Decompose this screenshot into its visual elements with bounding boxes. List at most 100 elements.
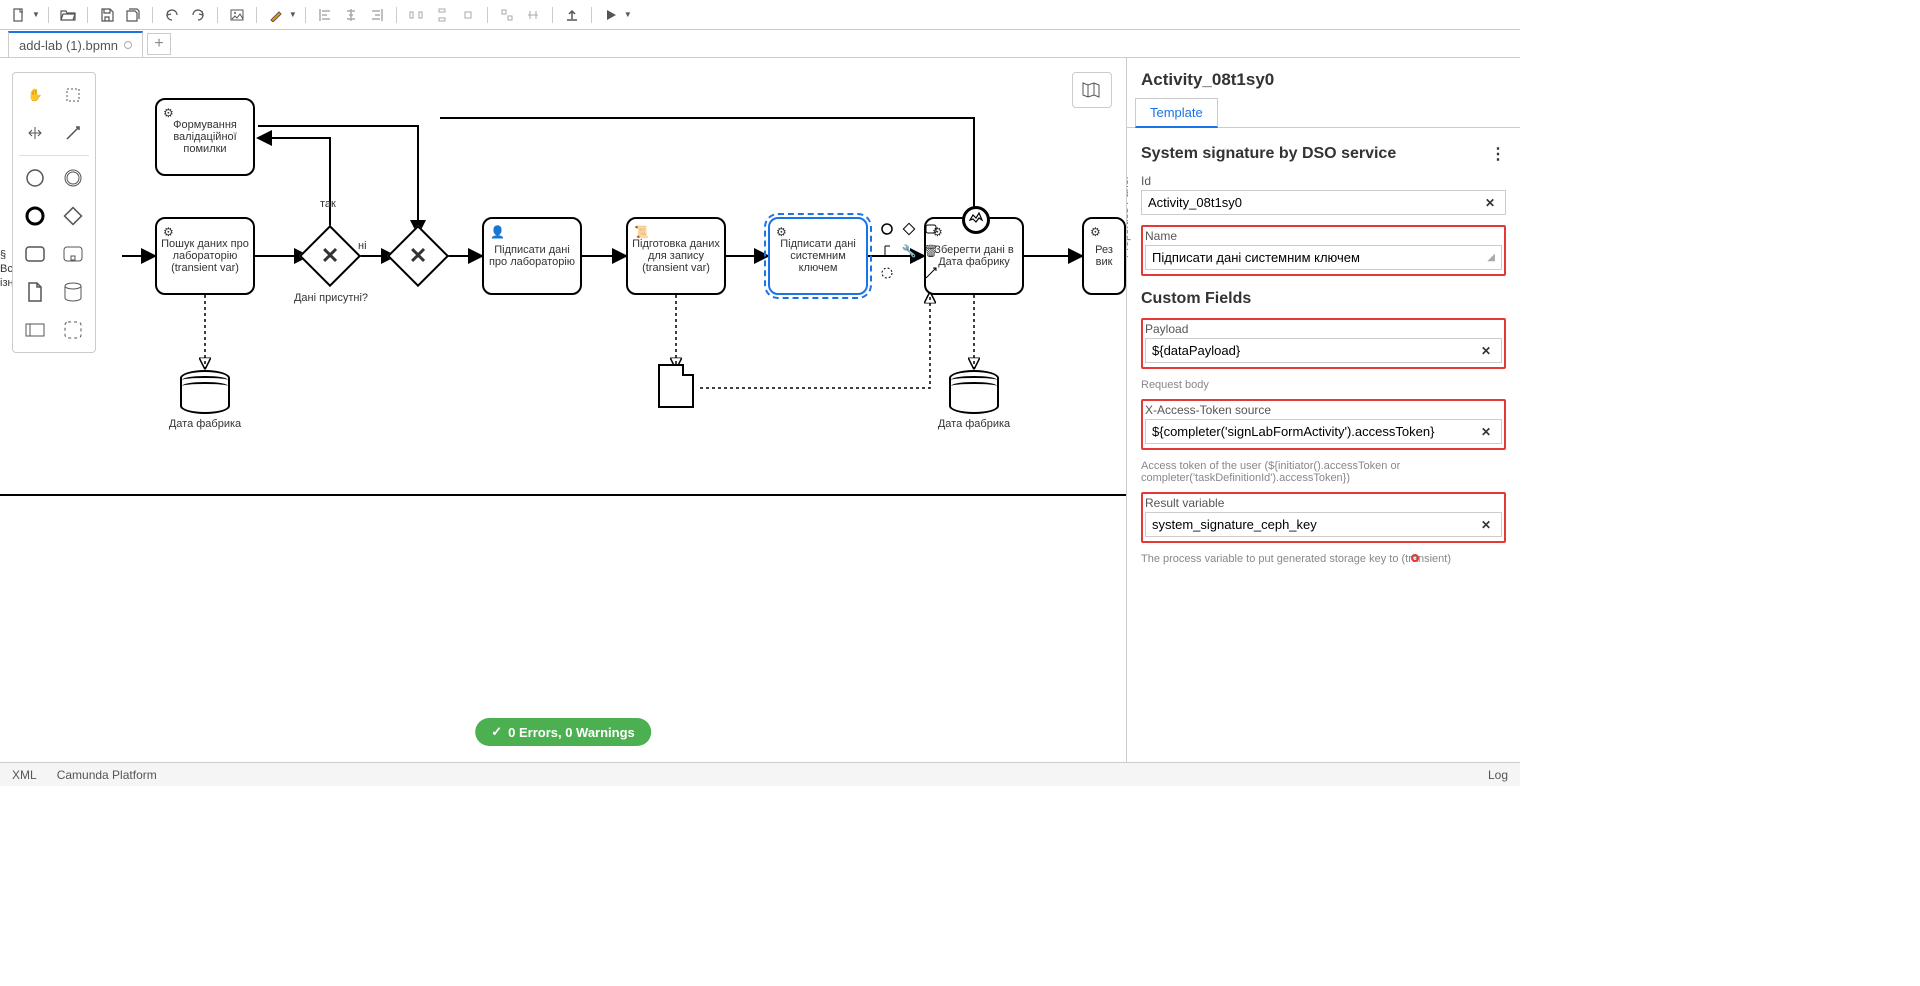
undo-button[interactable] xyxy=(161,4,183,26)
event-boundary[interactable] xyxy=(962,206,990,234)
token-clear-icon[interactable]: ✕ xyxy=(1477,425,1495,439)
gateway-tool[interactable] xyxy=(57,200,89,232)
properties-panel: Properties Panel Activity_08t1sy0 Templa… xyxy=(1126,58,1520,762)
main-toolbar: ▼ ▼ ▼ xyxy=(0,0,1520,30)
align-right-button[interactable] xyxy=(366,4,388,26)
status-log[interactable]: Log xyxy=(1488,768,1508,782)
payload-input[interactable] xyxy=(1152,343,1477,358)
dist-c-button[interactable] xyxy=(457,4,479,26)
data-object-tool[interactable] xyxy=(19,276,51,308)
upload-button[interactable] xyxy=(561,4,583,26)
gateway-label: Дані присутні? xyxy=(286,292,376,304)
task-sign-user[interactable]: 👤Підписати дані про лабораторію xyxy=(482,217,582,295)
task-prepare[interactable]: 📜Підготовка даних для запису (transient … xyxy=(626,217,726,295)
ctx-end-event-icon[interactable] xyxy=(878,220,896,238)
task-search[interactable]: ⚙Пошук даних про лабораторію (transient … xyxy=(155,217,255,295)
ctx-gateway-icon[interactable] xyxy=(900,220,918,238)
file-tab-dirty-icon xyxy=(124,41,132,49)
file-tab-label: add-lab (1).bpmn xyxy=(19,38,118,53)
gateway-merge[interactable]: ✕ xyxy=(387,225,449,287)
diagram-canvas[interactable]: §Встаізне xyxy=(0,58,1126,762)
intermediate-event-tool[interactable] xyxy=(57,162,89,194)
status-bar: XML Camunda Platform Log xyxy=(0,762,1520,786)
color-dropdown-icon[interactable]: ▼ xyxy=(289,10,297,19)
gear-icon: ⚙ xyxy=(1090,225,1101,239)
gear-icon: ⚙ xyxy=(163,106,174,120)
ctx-wrench-icon[interactable]: 🔧 xyxy=(900,242,918,260)
gateway-data-present[interactable]: ✕ xyxy=(299,225,361,287)
script-icon: 📜 xyxy=(634,225,649,239)
result-hint: The process variable to put generated st… xyxy=(1141,553,1506,565)
task-sign-sys[interactable]: ⚙Підписати дані системним ключем xyxy=(768,217,868,295)
task-result[interactable]: ⚙Рез вик xyxy=(1082,217,1126,295)
ctx-task-icon[interactable] xyxy=(922,220,940,238)
task-error[interactable]: ⚙Формування валідаційної помилки xyxy=(155,98,255,176)
gateway-yes-label: так xyxy=(320,198,336,210)
gear-icon: ⚙ xyxy=(163,225,174,239)
new-file-button[interactable] xyxy=(8,4,30,26)
id-label: Id xyxy=(1141,174,1506,188)
context-pad: 🔧 🗑 xyxy=(878,220,940,282)
add-tab-button[interactable]: + xyxy=(147,33,171,55)
validation-badge[interactable]: ✓ 0 Errors, 0 Warnings xyxy=(475,718,651,746)
play-button[interactable] xyxy=(600,4,622,26)
id-input[interactable] xyxy=(1148,195,1481,210)
properties-panel-handle[interactable]: Properties Panel xyxy=(1126,177,1131,258)
space-tool[interactable] xyxy=(19,117,51,149)
task-tool[interactable] xyxy=(19,238,51,270)
ctx-trash-icon[interactable]: 🗑 xyxy=(922,242,940,260)
end-event-tool[interactable] xyxy=(19,200,51,232)
open-button[interactable] xyxy=(57,4,79,26)
save-all-button[interactable] xyxy=(122,4,144,26)
connect-tool[interactable] xyxy=(57,117,89,149)
dist-b-button[interactable] xyxy=(522,4,544,26)
payload-clear-icon[interactable]: ✕ xyxy=(1477,344,1495,358)
file-tab[interactable]: add-lab (1).bpmn xyxy=(8,31,143,57)
file-tabs-bar: add-lab (1).bpmn + xyxy=(0,30,1520,58)
minimap-toggle[interactable] xyxy=(1072,72,1112,108)
lasso-tool[interactable] xyxy=(57,79,89,111)
align-left-button[interactable] xyxy=(314,4,336,26)
color-button[interactable] xyxy=(265,4,287,26)
token-label: X-Access-Token source xyxy=(1145,403,1502,417)
ctx-event-icon[interactable] xyxy=(878,264,896,282)
data-store-2[interactable]: Дата фабрика xyxy=(949,370,999,414)
ctx-connect-icon[interactable] xyxy=(922,264,940,282)
dist-r-button[interactable] xyxy=(496,4,518,26)
token-input[interactable] xyxy=(1152,424,1477,439)
image-button[interactable] xyxy=(226,4,248,26)
group-tool[interactable] xyxy=(57,314,89,346)
data-object[interactable] xyxy=(658,364,694,408)
result-input[interactable] xyxy=(1152,517,1477,532)
result-clear-icon[interactable]: ✕ xyxy=(1477,518,1495,532)
align-center-button[interactable] xyxy=(340,4,362,26)
name-label: Name xyxy=(1145,229,1502,243)
pool-tool[interactable] xyxy=(19,314,51,346)
id-clear-icon[interactable]: ✕ xyxy=(1481,196,1499,210)
start-event-tool[interactable] xyxy=(19,162,51,194)
save-button[interactable] xyxy=(96,4,118,26)
section-template-title: System signature by DSO service ⋮ xyxy=(1141,144,1506,164)
redo-button[interactable] xyxy=(187,4,209,26)
payload-label: Payload xyxy=(1145,322,1502,336)
result-label: Result variable xyxy=(1145,496,1502,510)
tool-palette: ✋ xyxy=(12,72,96,353)
resize-icon[interactable]: ◢ xyxy=(1487,252,1495,263)
new-dropdown-icon[interactable]: ▼ xyxy=(32,10,40,19)
marker-dot xyxy=(1411,554,1419,562)
data-store-tool[interactable] xyxy=(57,276,89,308)
status-platform[interactable]: Camunda Platform xyxy=(57,768,157,782)
play-dropdown-icon[interactable]: ▼ xyxy=(624,10,632,19)
ctx-annotation-icon[interactable] xyxy=(878,242,896,260)
hand-tool[interactable]: ✋ xyxy=(19,79,51,111)
dist-v-button[interactable] xyxy=(431,4,453,26)
dist-h-button[interactable] xyxy=(405,4,427,26)
status-xml[interactable]: XML xyxy=(12,768,37,782)
name-input[interactable] xyxy=(1152,250,1487,265)
subprocess-tool[interactable] xyxy=(57,238,89,270)
tab-template[interactable]: Template xyxy=(1135,98,1218,128)
properties-title: Activity_08t1sy0 xyxy=(1127,58,1520,98)
section-menu-icon[interactable]: ⋮ xyxy=(1490,144,1506,164)
user-icon: 👤 xyxy=(490,225,505,239)
data-store-1[interactable]: Дата фабрика xyxy=(180,370,230,414)
